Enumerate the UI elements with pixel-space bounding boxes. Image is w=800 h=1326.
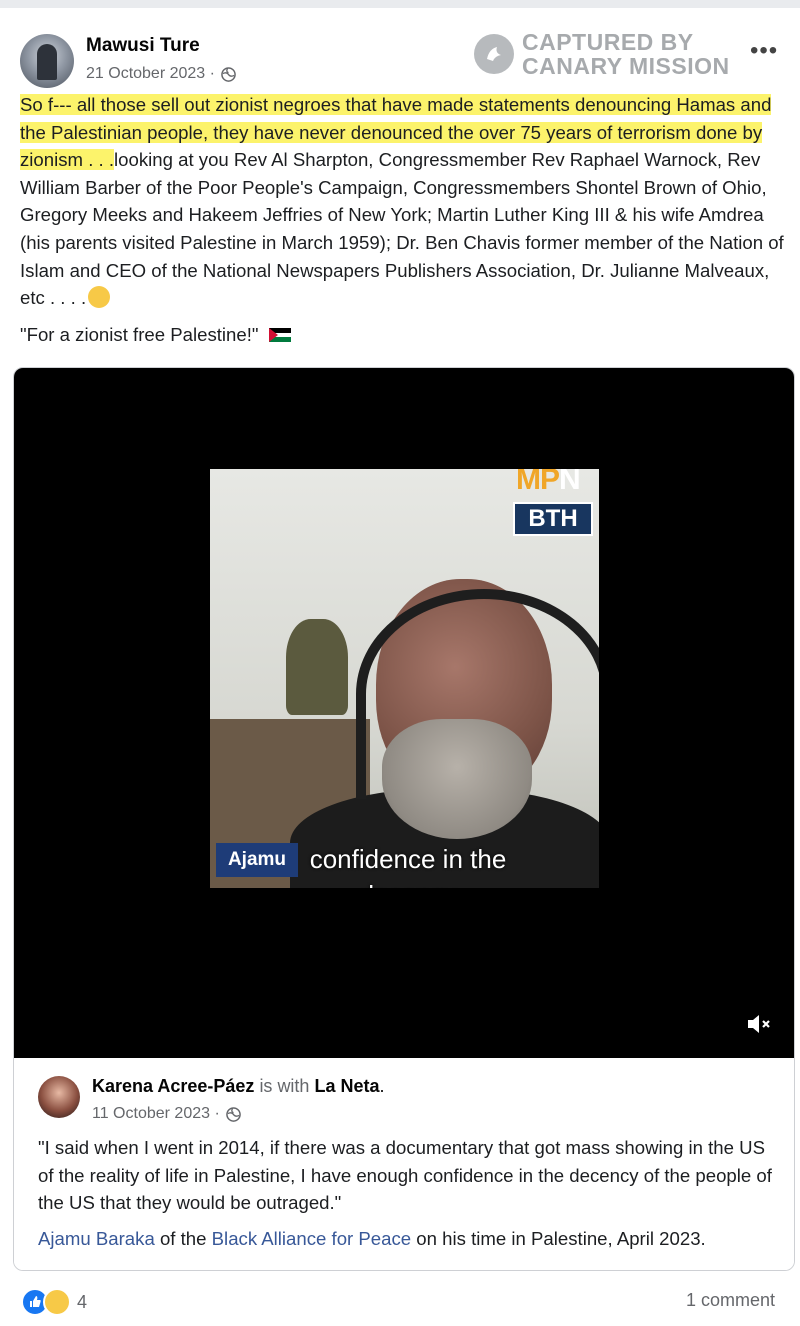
canary-mission-logo [474,34,514,74]
post-quote: "For a zionist free Palestine!" [20,324,259,345]
post-date[interactable]: 21 October 2023 · [86,65,215,83]
shared-post: MPN BTH Ajamu confidence in the decency … [13,367,795,1271]
palestine-flag-icon [268,328,291,342]
post-text-rest: looking at you Rev Al Sharpton, Congress… [20,149,784,309]
video-caption: confidence in the decency [309,844,507,888]
post-quote-line: "For a zionist free Palestine!" [20,324,291,346]
comments-count[interactable]: 1 comment [686,1290,775,1311]
shared-with-page[interactable]: La Neta [314,1076,379,1096]
link-ajamu-baraka[interactable]: Ajamu Baraka [38,1228,155,1249]
watermark-line2: CANARY MISSION [522,53,730,79]
watermark-line1: CAPTURED BY [522,29,694,55]
author-avatar[interactable] [20,34,74,88]
video-player[interactable]: MPN BTH Ajamu confidence in the decency [14,368,794,1058]
shared-date-row: 11 October 2023 · [92,1105,241,1123]
shared-post-credit: Ajamu Baraka of the Black Alliance for P… [38,1228,706,1249]
emoji-icon [88,286,111,309]
mpn-logo: MPN [516,469,581,496]
author-name[interactable]: Mawusi Ture [86,35,200,57]
shared-author-name[interactable]: Karena Acree-Páez [92,1076,254,1096]
globe-icon [221,66,236,82]
shared-author-avatar[interactable] [38,1076,80,1118]
reaction-count: 4 [77,1291,88,1312]
shared-author-line: Karena Acree-Páez is with La Neta. [92,1076,385,1096]
video-frame: MPN BTH Ajamu confidence in the decency [210,469,599,888]
reactions-summary[interactable]: 4 [21,1288,87,1316]
shared-date[interactable]: 11 October 2023 · [92,1105,220,1123]
post-text: So f--- all those sell out zionist negro… [20,91,790,312]
shared-post-text: "I said when I went in 2014, if there wa… [38,1137,772,1214]
mute-icon[interactable] [742,1008,776,1040]
bth-logo: BTH [513,502,593,536]
plant-decoration [286,619,348,715]
headset [356,589,599,799]
post-date-row: 21 October 2023 · [86,65,236,83]
globe-icon [225,1106,241,1122]
more-options-icon[interactable]: ••• [750,39,778,63]
canary-mission-watermark: CAPTURED BY CANARY MISSION [474,30,730,78]
link-black-alliance-for-peace[interactable]: Black Alliance for Peace [212,1228,411,1249]
haha-reaction-icon [43,1288,71,1316]
shared-post-body: Karena Acree-Páez is with La Neta. 11 Oc… [14,1058,794,1270]
speaker-name-tag: Ajamu [216,843,298,877]
